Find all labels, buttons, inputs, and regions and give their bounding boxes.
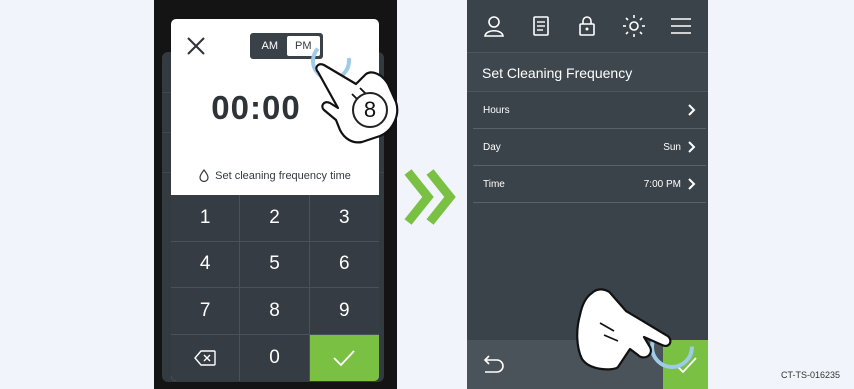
- row-day[interactable]: Day Sun: [473, 129, 706, 166]
- close-icon: [187, 37, 205, 55]
- numeric-keypad: 1 2 3 4 5 6 7 8 9 0: [171, 195, 379, 381]
- reference-code: CT-TS-016235: [781, 370, 841, 380]
- row-hours[interactable]: Hours: [473, 92, 706, 129]
- confirm-button[interactable]: [309, 334, 379, 381]
- checkmark-icon: [333, 350, 355, 367]
- double-chevron-right-icon: [404, 169, 456, 225]
- key-6[interactable]: 6: [309, 242, 379, 288]
- screen-title: Set Cleaning Frequency: [467, 52, 708, 92]
- user-icon[interactable]: [482, 14, 506, 38]
- key-4[interactable]: 4: [171, 241, 241, 288]
- key-3[interactable]: 3: [309, 195, 379, 242]
- pointing-hand-icon: [576, 288, 672, 371]
- key-5[interactable]: 5: [240, 241, 310, 288]
- menu-icon[interactable]: [669, 14, 693, 38]
- step-number-badge: 8: [352, 92, 388, 128]
- chevron-right-icon: [688, 178, 696, 190]
- am-option[interactable]: AM: [253, 36, 287, 56]
- chevron-right-icon: [688, 104, 696, 116]
- key-7[interactable]: 7: [171, 288, 241, 335]
- key-8[interactable]: 8: [240, 288, 310, 335]
- row-value: 7:00 PM: [643, 178, 681, 190]
- hint-row: Set cleaning frequency time: [171, 169, 379, 182]
- backspace-icon: [194, 350, 216, 366]
- brightness-icon[interactable]: [622, 14, 646, 38]
- back-button[interactable]: [477, 350, 507, 380]
- top-toolbar: [467, 0, 708, 52]
- row-label: Hours: [483, 104, 510, 116]
- row-time[interactable]: Time 7:00 PM: [473, 166, 706, 203]
- backspace-button[interactable]: [171, 334, 241, 381]
- row-label: Day: [483, 141, 501, 153]
- water-drop-icon: [199, 169, 209, 182]
- lock-icon[interactable]: [575, 14, 599, 38]
- chevron-right-icon: [688, 141, 696, 153]
- hint-text: Set cleaning frequency time: [215, 169, 351, 182]
- key-0[interactable]: 0: [240, 334, 310, 381]
- back-arrow-icon: [483, 355, 504, 373]
- key-2[interactable]: 2: [240, 195, 310, 242]
- key-9[interactable]: 9: [309, 288, 379, 335]
- key-1[interactable]: 1: [171, 195, 241, 242]
- row-label: Time: [483, 178, 505, 190]
- row-value: Sun: [663, 141, 681, 153]
- document-icon[interactable]: [529, 14, 553, 38]
- close-button[interactable]: [183, 33, 209, 59]
